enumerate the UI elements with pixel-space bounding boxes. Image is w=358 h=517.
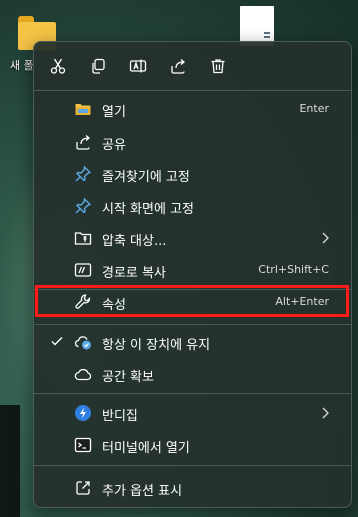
pin-icon [74,165,92,183]
pin-icon [74,197,92,215]
menu-item-open-terminal[interactable]: 터미널에서 열기 [40,430,345,460]
cloud-icon [74,365,92,383]
menu-item-label: 즐겨찾기에 고정 [102,170,190,185]
menu-item-compress[interactable]: 압축 대상... [40,223,345,253]
menu-item-copy-path[interactable]: 경로로 복사 Ctrl+Shift+C [40,255,345,285]
wallpaper-shadow [0,405,20,517]
menu-item-keep-on-device[interactable]: 항상 이 장치에 유지 [40,327,345,357]
copy-icon [92,58,105,74]
share-icon [74,133,92,151]
cloud-sync-icon [74,333,92,351]
delete-icon [211,59,225,74]
menu-item-free-space[interactable]: 공간 확보 [40,359,345,389]
chevron-right-icon [322,232,329,244]
menu-item-label: 시작 화면에 고정 [102,202,194,217]
share-button[interactable] [166,54,190,78]
menu-item-label: 열기 [102,105,126,120]
desktop-folder-label: 새 폴 [10,59,34,72]
zip-folder-icon [74,229,92,247]
rename-button[interactable] [126,54,150,78]
menu-item-pin-start[interactable]: 시작 화면에 고정 [40,191,345,221]
menu-item-bandizip[interactable]: 반디집 [40,398,345,428]
menu-divider [34,465,351,466]
menu-item-pin-quick-access[interactable]: 즐겨찾기에 고정 [40,159,345,189]
desktop-document-item[interactable] [240,6,274,46]
bandizip-icon [74,404,92,422]
menu-divider [34,324,351,325]
menu-item-label: 경로로 복사 [102,266,166,281]
menu-item-label: 공유 [102,138,126,153]
menu-item-label: 터미널에서 열기 [102,441,190,456]
chevron-right-icon [322,407,329,419]
copy-button[interactable] [86,54,110,78]
share-icon [171,59,186,74]
menu-item-shortcut: Enter [299,102,329,115]
checkmark-icon [51,337,63,346]
copy-path-icon [74,261,92,279]
context-menu: 열기 Enter 공유 즐겨찾기에 고정 시작 화면에 고정 압축 대상... … [33,41,352,508]
cut-button[interactable] [46,54,70,78]
context-menu-toolbar [34,42,351,90]
folder-icon [14,14,56,50]
menu-item-share[interactable]: 공유 [40,127,345,157]
folder-open-icon [74,100,92,118]
menu-item-label: 항상 이 장치에 유지 [102,338,211,353]
menu-item-label: 공간 확보 [102,370,154,385]
menu-item-label: 추가 옵션 표시 [102,484,183,499]
menu-item-open[interactable]: 열기 Enter [40,94,345,124]
menu-item-label: 압축 대상... [102,234,167,249]
rename-icon [129,59,147,73]
toolbar-divider [34,90,351,91]
menu-item-show-more-options[interactable]: 추가 옵션 표시 [40,473,345,503]
delete-button[interactable] [206,54,230,78]
terminal-icon [74,436,92,454]
menu-divider [34,393,351,394]
menu-item-shortcut: Ctrl+Shift+C [258,263,329,276]
open-external-icon [74,479,92,497]
cut-icon [50,58,66,74]
properties-highlight-box [35,285,349,317]
menu-item-label: 반디집 [102,409,138,424]
